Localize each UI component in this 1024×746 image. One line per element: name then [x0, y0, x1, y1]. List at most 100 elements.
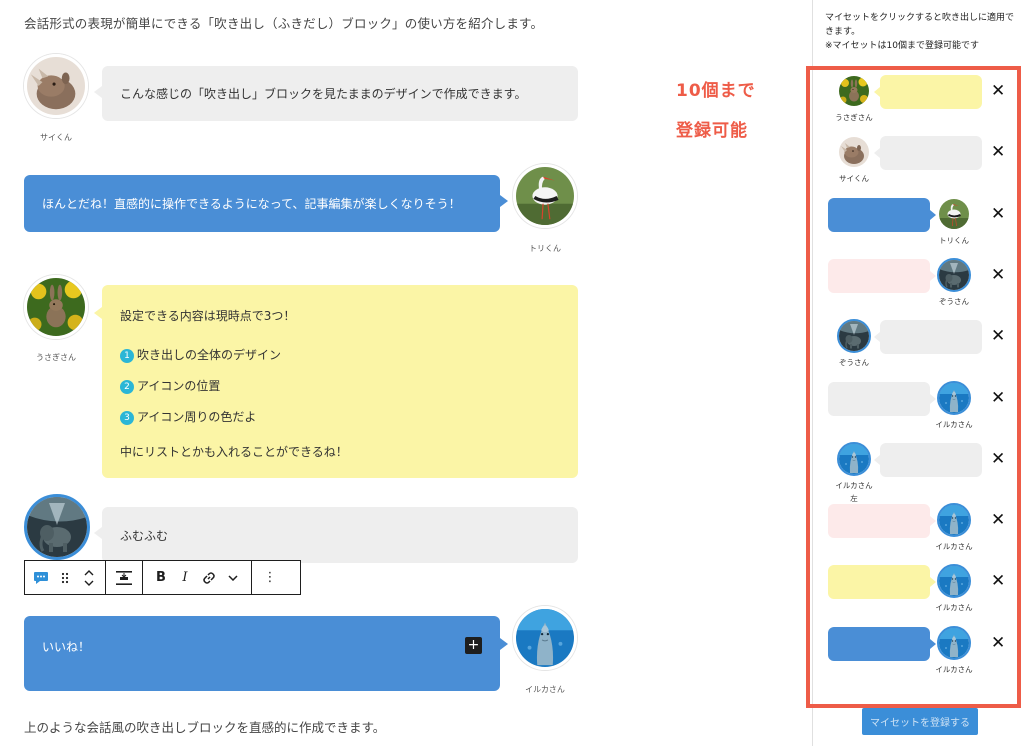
bubble-tail	[874, 87, 880, 97]
myset-preset-name: イルカさん	[935, 665, 973, 674]
myset-preset-bubble[interactable]	[828, 382, 936, 416]
speech-bubble-iruka[interactable]: いいね！	[24, 616, 508, 691]
list-item-text: アイコンの位置	[137, 379, 221, 393]
avatar-name-sai: サイくん	[40, 133, 72, 142]
speech-bubble-sai[interactable]: こんな感じの「吹き出し」ブロックを見たままのデザインで作成できます。	[94, 66, 578, 121]
myset-preset-bubble[interactable]	[874, 320, 982, 354]
dolphin-icon	[839, 444, 869, 474]
bold-button[interactable]: B	[149, 566, 173, 590]
toolbar-group-options: ⋮	[252, 561, 288, 594]
bubble-text: ふむふむ	[120, 528, 169, 543]
delete-preset-close-icon[interactable]: ✕	[991, 267, 1005, 284]
delete-preset-close-icon[interactable]: ✕	[991, 83, 1005, 100]
add-block-button[interactable]: +	[465, 637, 482, 654]
myset-preset-name: イルカさん	[935, 420, 973, 429]
bubble-tail	[930, 271, 936, 281]
myset-preset-name: サイくん	[839, 174, 869, 183]
bubble-text: ほんとだね！直感的に操作できるようになって、記事編集が楽しくなりそう！	[42, 197, 461, 211]
bubble-tail	[94, 86, 102, 98]
delete-preset-close-icon[interactable]: ✕	[991, 573, 1005, 590]
delete-preset-close-icon[interactable]: ✕	[991, 328, 1005, 345]
myset-preset-bubble[interactable]	[874, 443, 982, 477]
list-item-text: 吹き出しの全体のデザイン	[137, 348, 282, 362]
bubble-tail	[930, 210, 936, 220]
block-toolbar: B I ⋮	[24, 560, 301, 595]
bubble-tail	[930, 394, 936, 404]
myset-preset-name: イルカさん	[935, 542, 973, 551]
bubble-text: こんな感じの「吹き出し」ブロックを見たままのデザインで作成できます。	[120, 87, 527, 101]
toolbar-group-format: B I	[143, 561, 252, 594]
delete-preset-close-icon[interactable]: ✕	[991, 451, 1005, 468]
list-item: 2 アイコンの位置	[120, 377, 220, 394]
delete-preset-close-icon[interactable]: ✕	[991, 390, 1005, 407]
myset-preset-avatar	[937, 197, 971, 231]
bubble-tail	[930, 639, 936, 649]
bubble-text-intro: 設定できる内容は現時点で3つ！	[120, 309, 296, 323]
elephant-icon	[839, 321, 869, 351]
list-number-badge: 2	[120, 379, 134, 394]
delete-preset-close-icon[interactable]: ✕	[991, 144, 1005, 161]
avatar-name-tori: トリくん	[529, 244, 561, 253]
link-icon[interactable]	[197, 566, 221, 590]
delete-preset-close-icon[interactable]: ✕	[991, 635, 1005, 652]
myset-preset-name: イルカさん	[835, 481, 873, 490]
bubble-tail	[930, 516, 936, 526]
move-up-down-icon[interactable]	[77, 566, 101, 590]
bubble-tail	[94, 307, 102, 319]
myset-preset-name: うさぎさん	[835, 113, 873, 122]
myset-preset-avatar	[937, 564, 971, 598]
dolphin-icon	[516, 609, 574, 667]
myset-preset-bubble[interactable]	[828, 504, 936, 538]
elephant-avatar	[24, 494, 90, 560]
delete-preset-close-icon[interactable]: ✕	[991, 512, 1005, 529]
dolphin-icon	[939, 505, 969, 535]
outro-paragraph: 上のような会話風の吹き出しブロックを直感的に作成できます。	[24, 720, 386, 735]
myset-preset-bubble[interactable]	[874, 75, 982, 109]
intro-paragraph: 会話形式の表現が簡単にできる「吹き出し（ふきだし）ブロック」の使い方を紹介します…	[24, 16, 544, 31]
myset-preset-bubble[interactable]	[828, 259, 936, 293]
stork-avatar	[513, 164, 577, 228]
rhino-icon	[27, 57, 85, 115]
speech-bubble-block-icon[interactable]	[29, 566, 53, 590]
myset-preset-bubble[interactable]	[828, 565, 936, 599]
myset-preset-bubble[interactable]	[828, 198, 936, 232]
vertical-align-icon[interactable]	[112, 566, 136, 590]
myset-preset-avatar	[837, 319, 871, 353]
dolphin-avatar	[513, 606, 577, 670]
myset-preset-avatar	[937, 626, 971, 660]
help-line: マイセットをクリックすると吹き出しに適用できます。	[825, 13, 1015, 37]
italic-button[interactable]: I	[173, 566, 197, 590]
bubble-tail	[874, 332, 880, 342]
myset-preset-bubble[interactable]	[828, 627, 936, 661]
myset-preset-name: ぞうさん	[839, 358, 869, 367]
more-options-button[interactable]: ⋮	[258, 566, 282, 590]
list-item: 3 アイコン周りの色だよ	[120, 408, 256, 425]
drag-handle-icon[interactable]	[53, 566, 77, 590]
register-myset-button[interactable]: マイセットを登録する	[862, 708, 978, 735]
bubble-tail	[500, 638, 508, 650]
myset-preset-avatar	[937, 381, 971, 415]
bubble-text: いいね！	[42, 640, 91, 654]
help-line: ※マイセットは10個まで登録可能です	[825, 41, 979, 51]
rabbit-avatar	[24, 275, 88, 339]
speech-bubble-usagi[interactable]: 設定できる内容は現時点で3つ！ 1 吹き出しの全体のデザイン 2 アイコンの位置 3…	[94, 285, 578, 478]
list-number-badge: 3	[120, 410, 134, 425]
rabbit-icon	[839, 76, 869, 106]
dolphin-icon	[939, 383, 969, 413]
dolphin-icon	[939, 566, 969, 596]
speech-bubble-tori[interactable]: ほんとだね！直感的に操作できるようになって、記事編集が楽しくなりそう！	[24, 175, 508, 232]
rhino-avatar	[24, 54, 88, 118]
bubble-tail	[874, 148, 880, 158]
rhino-icon	[839, 137, 869, 167]
myset-preset-name: イルカさん	[935, 603, 973, 612]
annotation-line1: 10個まで	[676, 81, 756, 101]
speech-bubble-zou[interactable]: ふむふむ	[94, 507, 578, 563]
bubble-tail	[874, 455, 880, 465]
bubble-tail	[94, 527, 102, 539]
myset-preset-name: トリくん	[939, 236, 969, 245]
chevron-down-icon[interactable]	[221, 566, 245, 590]
delete-preset-close-icon[interactable]: ✕	[991, 206, 1005, 223]
myset-preset-bubble[interactable]	[874, 136, 982, 170]
toolbar-group-align	[106, 561, 143, 594]
myset-preset-avatar	[837, 442, 871, 476]
